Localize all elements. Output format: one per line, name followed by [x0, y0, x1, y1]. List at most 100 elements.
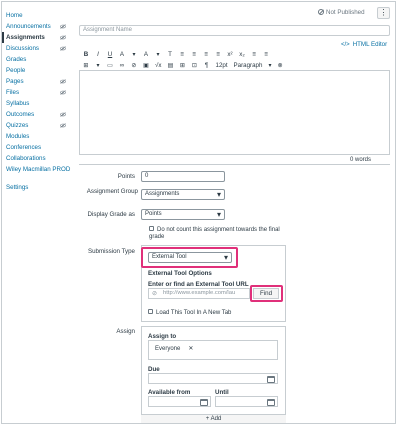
sidebar-item-label: Files	[6, 89, 20, 96]
paragraph-select[interactable]: Paragraph	[234, 62, 263, 69]
toolbar-button[interactable]: √x	[155, 62, 162, 69]
sidebar-item-home[interactable]: Home	[6, 10, 72, 21]
calendar-icon[interactable]	[267, 376, 275, 383]
toolbar-button[interactable]: ⊞	[83, 62, 89, 69]
divider	[79, 164, 390, 165]
assignee-tag[interactable]: Everyone ✕	[155, 346, 193, 353]
rich-content-editor[interactable]	[79, 70, 390, 155]
new-tab-checkbox[interactable]: Load This Tool In A New Tab	[148, 309, 268, 317]
toolbar-button[interactable]: ¶	[204, 62, 210, 69]
assignment-name-input[interactable]: Assignment Name	[79, 25, 390, 36]
sidebar-item-announcements[interactable]: Announcements	[6, 21, 72, 32]
sidebar-item-settings[interactable]: Settings	[6, 182, 72, 193]
sidebar-item-label: Collaborations	[6, 155, 46, 162]
visibility-icon	[60, 35, 66, 40]
visibility-icon	[60, 46, 66, 51]
toolbar-button[interactable]: ∞	[119, 62, 125, 69]
toolbar-button[interactable]: T	[167, 51, 173, 58]
sidebar-item-conferences[interactable]: Conferences	[6, 142, 72, 153]
points-label: Points	[117, 173, 135, 180]
visibility-icon	[60, 90, 66, 95]
toolbar-button[interactable]: ▣	[143, 62, 149, 69]
sidebar-item-label: People	[6, 67, 26, 74]
code-icon: </>	[341, 42, 350, 48]
visibility-icon	[60, 79, 66, 84]
sidebar-item-files[interactable]: Files	[6, 87, 72, 98]
sidebar-item-modules[interactable]: Modules	[6, 131, 72, 142]
assignment-group-label: Assignment Group	[86, 188, 138, 195]
sidebar-item-assignments[interactable]: Assignments	[2, 32, 72, 43]
new-tab-label: Load This Tool In A New Tab	[156, 310, 232, 316]
until-input[interactable]	[215, 396, 278, 407]
assignment-group-select[interactable]: Assignments	[141, 189, 225, 200]
publish-status[interactable]: Not Published	[318, 9, 365, 16]
assign-label: Assign	[116, 328, 135, 335]
visibility-icon	[60, 112, 66, 117]
toolbar-button[interactable]: x₂	[239, 51, 245, 58]
display-grade-select[interactable]: Points	[141, 209, 225, 220]
toolbar-button[interactable]: ▭	[107, 62, 113, 69]
remove-icon[interactable]: ✕	[188, 346, 193, 352]
toolbar-button[interactable]: ≡	[251, 51, 257, 58]
clear-format-icon[interactable]: ⊗	[278, 62, 283, 69]
rce-toolbar: B I U A ▾ A ▾ T ≡ ≡ ≡ ≡ x² x₂ ≡ ≡ ⊞ ▾ ▭ ∞ ⊘ ▣ √x ▤ ⊞ ⊡ ¶ 12pt Parag…	[79, 49, 390, 71]
toolbar-button[interactable]: I	[95, 51, 101, 58]
sidebar-item-quizzes[interactable]: Quizzes	[6, 120, 72, 131]
display-grade-label: Display Grade as	[87, 211, 135, 218]
assignee-tag-label: Everyone	[155, 346, 181, 352]
toolbar-button[interactable]: ≡	[203, 51, 209, 58]
available-from-label: Available from	[148, 389, 191, 396]
external-tool-url-label: Enter or find an External Tool URL	[148, 281, 249, 288]
external-tool-url-input[interactable]: ⊘ http://www.example.com/lau	[148, 288, 250, 299]
sidebar-item-discussions[interactable]: Discussions	[6, 43, 72, 54]
toolbar-button[interactable]: ▾	[131, 51, 137, 58]
font-size-select[interactable]: 12pt	[216, 62, 228, 69]
sidebar-item-label: Modules	[6, 133, 30, 140]
visibility-icon	[60, 123, 66, 128]
due-label: Due	[148, 366, 160, 373]
toolbar-button[interactable]: ⊞	[180, 62, 186, 69]
checkbox-box[interactable]	[149, 226, 154, 231]
toolbar-button[interactable]: A	[119, 51, 125, 58]
toolbar-button[interactable]: ⊡	[192, 62, 198, 69]
calendar-icon[interactable]	[267, 399, 275, 406]
toolbar-button[interactable]: x²	[227, 51, 233, 58]
external-tool-options-title: External Tool Options	[148, 270, 212, 277]
add-assignee-button[interactable]: + Add	[141, 414, 286, 423]
checkbox-box[interactable]	[148, 309, 153, 314]
toolbar-button[interactable]: ≡	[179, 51, 185, 58]
calendar-icon[interactable]	[200, 399, 208, 406]
until-label: Until	[215, 389, 229, 396]
sidebar-item-people[interactable]: People	[6, 65, 72, 76]
available-from-input[interactable]	[148, 396, 211, 407]
highlight-find	[250, 285, 283, 302]
toolbar-button[interactable]: ▾	[95, 62, 101, 69]
sidebar-item-label: Grades	[6, 56, 27, 63]
sidebar-item-pages[interactable]: Pages	[6, 76, 72, 87]
points-input[interactable]: 0	[141, 171, 225, 182]
highlight-submission	[141, 247, 238, 268]
sidebar-item-grades[interactable]: Grades	[6, 54, 72, 65]
toolbar-button[interactable]: ≡	[215, 51, 221, 58]
toolbar-button[interactable]: ▾	[155, 51, 161, 58]
toolbar-button[interactable]: U	[107, 51, 113, 58]
toolbar-button[interactable]: ≡	[263, 51, 269, 58]
chevron-down-icon[interactable]: ▾	[268, 62, 271, 69]
sidebar-item-outcomes[interactable]: Outcomes	[6, 109, 72, 120]
visibility-icon	[60, 24, 66, 29]
sidebar-item-syllabus[interactable]: Syllabus	[6, 98, 72, 109]
sidebar-item-wiley-macmillan-prod[interactable]: Wiley Macmillan PROD	[6, 164, 72, 182]
toolbar-button[interactable]: A	[143, 51, 149, 58]
sidebar-item-collaborations[interactable]: Collaborations	[6, 153, 72, 164]
toolbar-button[interactable]: ≡	[191, 51, 197, 58]
assign-to-label: Assign to	[148, 333, 177, 340]
toolbar-button[interactable]: ▤	[168, 62, 174, 69]
link-icon: ⊘	[152, 291, 158, 297]
more-options-button[interactable]: ⋮	[377, 7, 390, 19]
toolbar-button[interactable]: ⊘	[131, 62, 137, 69]
toolbar-button[interactable]: B	[83, 51, 89, 58]
no-count-checkbox[interactable]: Do not count this assignment towards the…	[149, 226, 289, 241]
due-date-input[interactable]	[148, 373, 278, 384]
url-placeholder: http://www.example.com/lau	[163, 290, 236, 296]
html-editor-link[interactable]: </> HTML Editor	[341, 41, 387, 48]
